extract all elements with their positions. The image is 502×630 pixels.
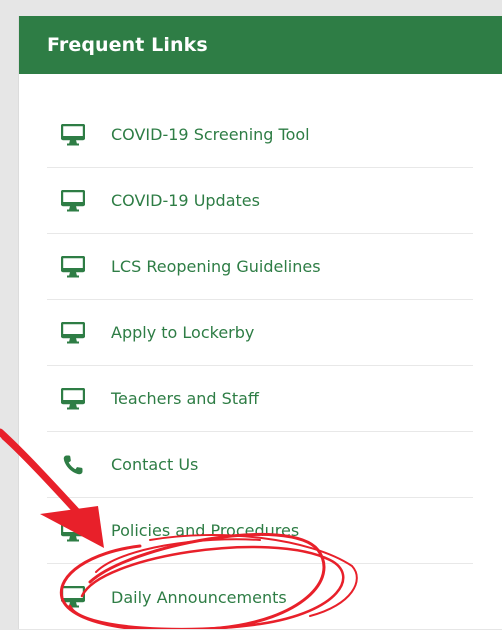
monitor-icon [59,517,87,545]
link-label: COVID-19 Screening Tool [111,125,310,144]
panel-header: Frequent Links [19,16,502,74]
link-policies-and-procedures[interactable]: Policies and Procedures [47,498,473,564]
monitor-icon [59,187,87,215]
link-covid-updates[interactable]: COVID-19 Updates [47,168,473,234]
link-daily-announcements[interactable]: Daily Announcements [47,564,473,630]
link-apply-to-lockerby[interactable]: Apply to Lockerby [47,300,473,366]
monitor-icon [59,319,87,347]
link-label: Daily Announcements [111,587,287,607]
monitor-icon [59,385,87,413]
link-label: Policies and Procedures [111,521,300,540]
phone-icon [59,451,87,479]
monitor-icon [59,583,87,611]
monitor-icon [59,121,87,149]
panel-title: Frequent Links [47,34,208,56]
link-teachers-and-staff[interactable]: Teachers and Staff [47,366,473,432]
link-label: Teachers and Staff [111,389,259,408]
link-covid-screening-tool[interactable]: COVID-19 Screening Tool [47,102,473,168]
link-label: Contact Us [111,455,199,474]
link-reopening-guidelines[interactable]: LCS Reopening Guidelines [47,234,473,300]
link-contact-us[interactable]: Contact Us [47,432,473,498]
frequent-links-panel: Frequent Links COVID-19 Screening Tool C… [18,16,502,629]
link-label: COVID-19 Updates [111,191,260,210]
link-label: Apply to Lockerby [111,323,255,342]
monitor-icon [59,253,87,281]
link-label: LCS Reopening Guidelines [111,257,321,276]
frequent-links-list: COVID-19 Screening Tool COVID-19 Updates… [47,102,473,630]
